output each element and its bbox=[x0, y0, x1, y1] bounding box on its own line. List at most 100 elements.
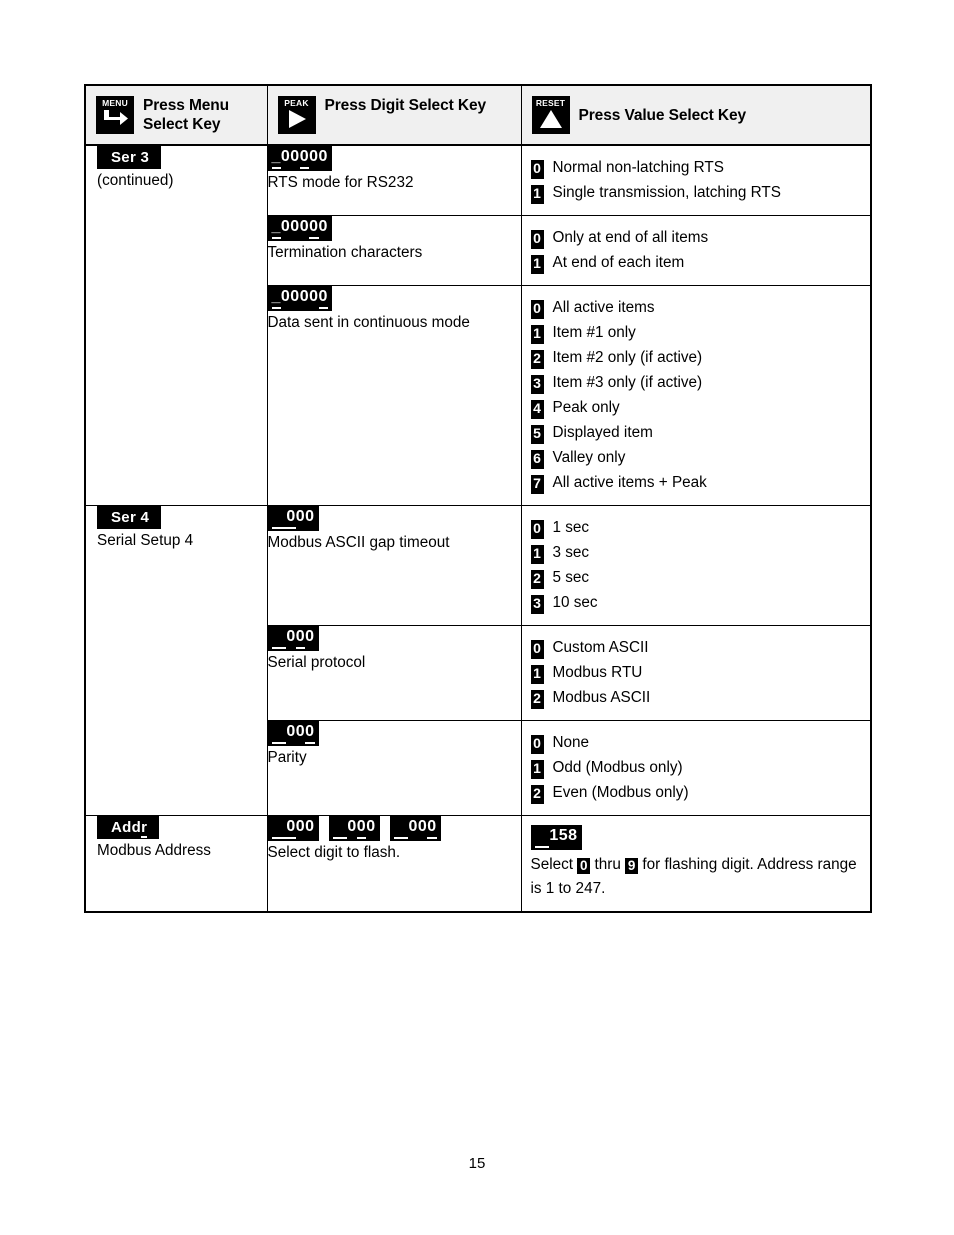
parameter-description: Select digit to flash. bbox=[267, 844, 401, 861]
digit-cell-parity: 000 Parity bbox=[266, 720, 522, 816]
option-text: 5 sec bbox=[552, 569, 590, 586]
menu-label-desc: (continued) bbox=[97, 172, 174, 189]
lcd-display: 000 bbox=[267, 506, 319, 531]
lcd-pre-segment: 0 bbox=[286, 628, 296, 645]
option-text: None bbox=[552, 734, 590, 751]
option-text: 3 sec bbox=[552, 544, 590, 561]
option-key-badge: 1 bbox=[530, 760, 544, 779]
menu-cell-ser4: Ser 4 Serial Setup 4 bbox=[84, 505, 268, 816]
document-page: MENU Press Menu Select Key PEAK Press Di… bbox=[0, 0, 954, 1235]
list-item: 0 Only at end of all items bbox=[530, 225, 863, 250]
value-cell-gap-timeout: 0 1 sec 1 3 sec 2 5 sec 3 10 sec bbox=[520, 505, 872, 626]
table-row: Addr Modbus Address 000 000 000 Select d… bbox=[84, 815, 872, 913]
lcd-display: 000 bbox=[267, 816, 319, 841]
inline-key-badge-min: 0 bbox=[577, 858, 591, 874]
parameter-description: Serial protocol bbox=[267, 654, 366, 671]
option-key-badge: 2 bbox=[530, 785, 544, 804]
lcd-post-segment: 00 bbox=[295, 508, 315, 525]
list-item: 0 All active items bbox=[530, 295, 863, 320]
list-item: 0 1 sec bbox=[530, 515, 863, 540]
list-item: 2 Modbus ASCII bbox=[530, 685, 863, 710]
option-text: Modbus RTU bbox=[552, 664, 643, 681]
option-text: 1 sec bbox=[552, 519, 590, 536]
menu-cell-ser3: Ser 3 (continued) bbox=[84, 144, 268, 506]
option-list: 0 Only at end of all items 1 At end of eac… bbox=[530, 225, 863, 275]
list-item: 7 All active items + Peak bbox=[530, 470, 863, 495]
list-item: 1 3 sec bbox=[530, 540, 863, 565]
option-text: Item #1 only bbox=[552, 324, 636, 341]
list-item: 5 Displayed item bbox=[530, 420, 863, 445]
option-key-badge: 1 bbox=[530, 665, 544, 684]
option-key-badge: 3 bbox=[530, 375, 544, 394]
list-item: 2 Even (Modbus only) bbox=[530, 780, 863, 805]
option-key-badge: 2 bbox=[530, 690, 544, 709]
lcd-display: _00000 bbox=[267, 216, 332, 241]
lcd-pre-segment: 00 bbox=[408, 818, 428, 835]
table-header-row: MENU Press Menu Select Key PEAK Press Di… bbox=[84, 84, 872, 146]
option-list: 0 Normal non-latching RTS 1 Single transmi… bbox=[530, 155, 863, 205]
option-text: Normal non-latching RTS bbox=[552, 159, 724, 176]
option-text: 10 sec bbox=[552, 594, 598, 611]
instruction-text-pre: Select bbox=[530, 856, 578, 873]
menu-key-icon: MENU bbox=[96, 96, 134, 134]
option-list: 0 1 sec 1 3 sec 2 5 sec 3 10 sec bbox=[530, 515, 863, 615]
list-item: 1 Modbus RTU bbox=[530, 660, 863, 685]
option-key-badge: 2 bbox=[530, 350, 544, 369]
lcd-pre-segment: 0 bbox=[347, 818, 357, 835]
option-text: Item #3 only (if active) bbox=[552, 374, 703, 391]
digit-cell-rts-mode: _00000 RTS mode for RS232 bbox=[266, 144, 522, 216]
option-key-badge: 0 bbox=[530, 230, 544, 249]
lcd-selected-digit: 0 bbox=[427, 817, 437, 839]
option-key-badge: 6 bbox=[530, 450, 544, 469]
lcd-display-value: 158 bbox=[530, 825, 582, 850]
lcd-blank-segment bbox=[271, 507, 287, 529]
inline-key-badge-max: 9 bbox=[625, 858, 639, 874]
option-key-badge: 3 bbox=[530, 595, 544, 614]
menu-key-caption: MENU bbox=[102, 98, 128, 108]
table-row: Ser 3 (continued) _00000 RTS mode for RS… bbox=[84, 144, 872, 506]
reset-key-icon: RESET bbox=[531, 96, 570, 134]
value-cell-parity: 0 None 1 Odd (Modbus only) 2 Even (Modbus o… bbox=[520, 720, 872, 816]
lcd-display: _00000 bbox=[267, 146, 332, 171]
option-text: Valley only bbox=[552, 449, 626, 466]
menu-label-underlined-char: r bbox=[141, 819, 148, 838]
value-cell-modbus-address: 158 Select 0 thru 9 for flashing digit. … bbox=[520, 815, 872, 913]
lcd-value-digits: 158 bbox=[549, 827, 578, 844]
option-text: Even (Modbus only) bbox=[552, 784, 689, 801]
option-text: Single transmission, latching RTS bbox=[552, 184, 781, 201]
peak-key-caption: PEAK bbox=[284, 98, 309, 108]
menu-label-prefix: Add bbox=[111, 819, 142, 836]
list-item: 2 Item #2 only (if active) bbox=[530, 345, 863, 370]
menu-cell-addr: Addr Modbus Address bbox=[84, 815, 268, 913]
option-text: Only at end of all items bbox=[552, 229, 709, 246]
list-item: 6 Valley only bbox=[530, 445, 863, 470]
lcd-selected-digit: 0 bbox=[286, 507, 296, 529]
option-text: Displayed item bbox=[552, 424, 653, 441]
lcd-pre-segment: 00 bbox=[286, 723, 306, 740]
header-menu-select: MENU Press Menu Select Key bbox=[84, 84, 268, 146]
lcd-display-group: 000 000 000 bbox=[267, 816, 521, 841]
lcd-blank-segment bbox=[271, 722, 287, 744]
option-text: All active items + Peak bbox=[552, 474, 707, 491]
option-key-badge: 1 bbox=[530, 255, 544, 274]
lcd-display: _00000 bbox=[267, 286, 332, 311]
lcd-selected-digit: 0 bbox=[286, 817, 296, 839]
menu-label-desc: Modbus Address bbox=[97, 842, 211, 859]
list-item: 1 Odd (Modbus only) bbox=[530, 755, 863, 780]
address-instruction: Select 0 thru 9 for flashing digit. Addr… bbox=[531, 853, 863, 901]
table-body: Ser 3 (continued) _00000 RTS mode for RS… bbox=[84, 144, 872, 913]
menu-label-desc: Serial Setup 4 bbox=[97, 532, 194, 549]
lcd-blank-segment bbox=[534, 826, 550, 848]
reset-key-caption: RESET bbox=[535, 98, 566, 108]
option-key-badge: 2 bbox=[530, 570, 544, 589]
value-cell-rts-mode: 0 Normal non-latching RTS 1 Single transmi… bbox=[520, 144, 872, 216]
parameter-description: Termination characters bbox=[267, 244, 423, 261]
lcd-blank-segment bbox=[332, 817, 348, 839]
parameter-description: Modbus ASCII gap timeout bbox=[267, 534, 450, 551]
digit-cell-continuous-mode: _00000 Data sent in continuous mode bbox=[266, 285, 522, 506]
option-text: Custom ASCII bbox=[552, 639, 649, 656]
list-item: 1 Single transmission, latching RTS bbox=[530, 180, 863, 205]
lcd-pre-segment: 0000 bbox=[280, 288, 319, 305]
lcd-display: 000 bbox=[267, 626, 319, 651]
option-list: 0 None 1 Odd (Modbus only) 2 Even (Modbus o… bbox=[530, 730, 863, 805]
